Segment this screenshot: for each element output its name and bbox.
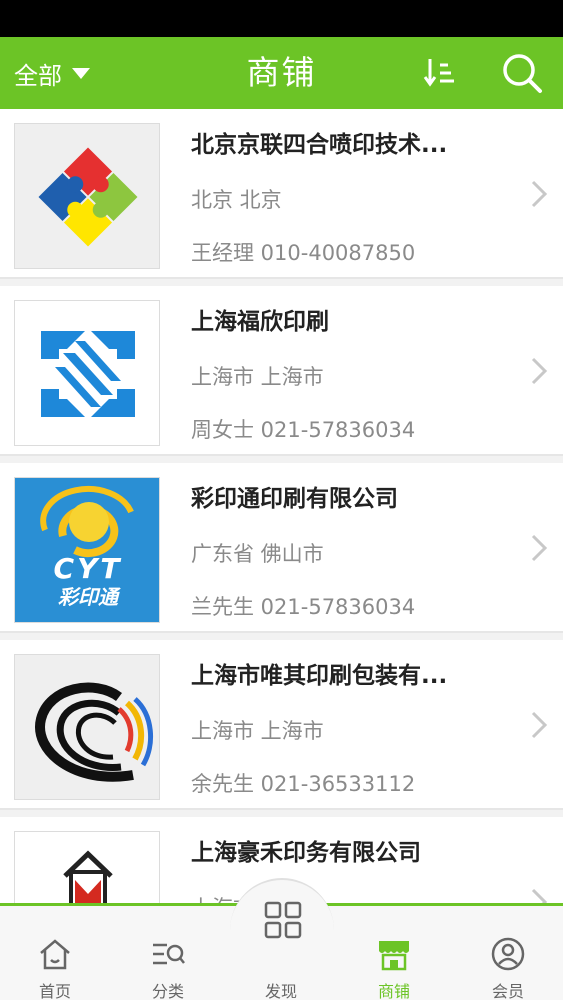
tab-label: 分类 — [151, 982, 184, 1000]
shop-logo — [14, 300, 160, 446]
cyt-logo-text: CYT — [54, 552, 123, 585]
tab-label: 发现 — [264, 982, 297, 1000]
shop-name: 彩印通印刷有限公司 — [191, 486, 398, 512]
shop-row[interactable]: 北京京联四合喷印技术... 北京 北京 王经理 010-40087850 — [0, 109, 563, 279]
shop-contact: 兰先生 021-57836034 — [191, 595, 416, 619]
house-logo-icon — [63, 850, 113, 903]
cyt-logo-icon: CYT 彩印通 — [15, 478, 159, 622]
tab-label: 商铺 — [377, 982, 410, 1000]
sort-button[interactable] — [422, 53, 462, 93]
shop-location: 上海市 上海市 — [191, 365, 324, 389]
chevron-right-icon — [531, 180, 548, 208]
shop-contact: 王经理 010-40087850 — [191, 241, 416, 265]
sort-icon — [423, 59, 454, 87]
tab-home[interactable]: 首页 — [15, 906, 95, 1000]
shop-location: 北京 北京 — [191, 188, 282, 212]
bottom-tab-bar: 首页 分类 发现 商铺 会员 — [0, 878, 563, 1000]
shop-icon — [379, 941, 409, 971]
shop-row[interactable]: CYT 彩印通 彩印通印刷有限公司 广东省 佛山市 兰先生 021-578360… — [0, 463, 563, 633]
shop-logo — [14, 831, 160, 903]
shop-name: 上海福欣印刷 — [191, 309, 329, 335]
chevron-right-icon — [531, 534, 548, 562]
chevron-right-icon — [531, 888, 548, 903]
shop-contact: 周女士 021-57836034 — [191, 418, 416, 442]
caret-down-icon — [72, 67, 90, 79]
filter-dropdown[interactable]: 全部 — [14, 37, 90, 109]
tab-label: 会员 — [491, 982, 524, 1000]
tab-member[interactable]: 会员 — [468, 906, 548, 1000]
shop-logo: CYT 彩印通 — [14, 477, 160, 623]
shop-logo — [14, 654, 160, 800]
top-bar: 全部 商铺 — [0, 37, 563, 109]
shop-location: 上海市 上海市 — [191, 719, 324, 743]
shop-list[interactable]: 北京京联四合喷印技术... 北京 北京 王经理 010-40087850 上海福… — [0, 109, 563, 903]
search-button[interactable] — [500, 51, 544, 95]
shop-name: 北京京联四合喷印技术... — [191, 132, 448, 158]
tab-label: 首页 — [38, 982, 71, 1000]
swirl-logo-icon — [35, 682, 154, 782]
blue-bracket-logo-icon — [41, 331, 135, 417]
member-icon — [491, 937, 525, 971]
status-bar — [0, 0, 563, 37]
shop-name: 上海豪禾印务有限公司 — [191, 840, 421, 866]
chevron-right-icon — [531, 711, 548, 739]
shop-contact: 余先生 021-36533112 — [191, 772, 416, 796]
shop-name: 上海市唯其印刷包装有... — [191, 663, 448, 689]
home-icon — [40, 939, 70, 970]
cyt-logo-subtext: 彩印通 — [58, 585, 121, 609]
category-icon — [153, 943, 185, 965]
discover-icon — [264, 901, 302, 939]
shop-logo — [14, 123, 160, 269]
tab-shop[interactable]: 商铺 — [354, 906, 434, 1000]
shop-location: 广东省 佛山市 — [191, 542, 324, 566]
tab-category[interactable]: 分类 — [128, 906, 208, 1000]
search-icon — [503, 54, 542, 93]
shop-row[interactable]: 上海市唯其印刷包装有... 上海市 上海市 余先生 021-36533112 — [0, 640, 563, 810]
shop-row[interactable]: 上海福欣印刷 上海市 上海市 周女士 021-57836034 — [0, 286, 563, 456]
chevron-right-icon — [531, 357, 548, 385]
puzzle-logo-icon — [38, 147, 138, 247]
filter-label: 全部 — [14, 61, 62, 90]
